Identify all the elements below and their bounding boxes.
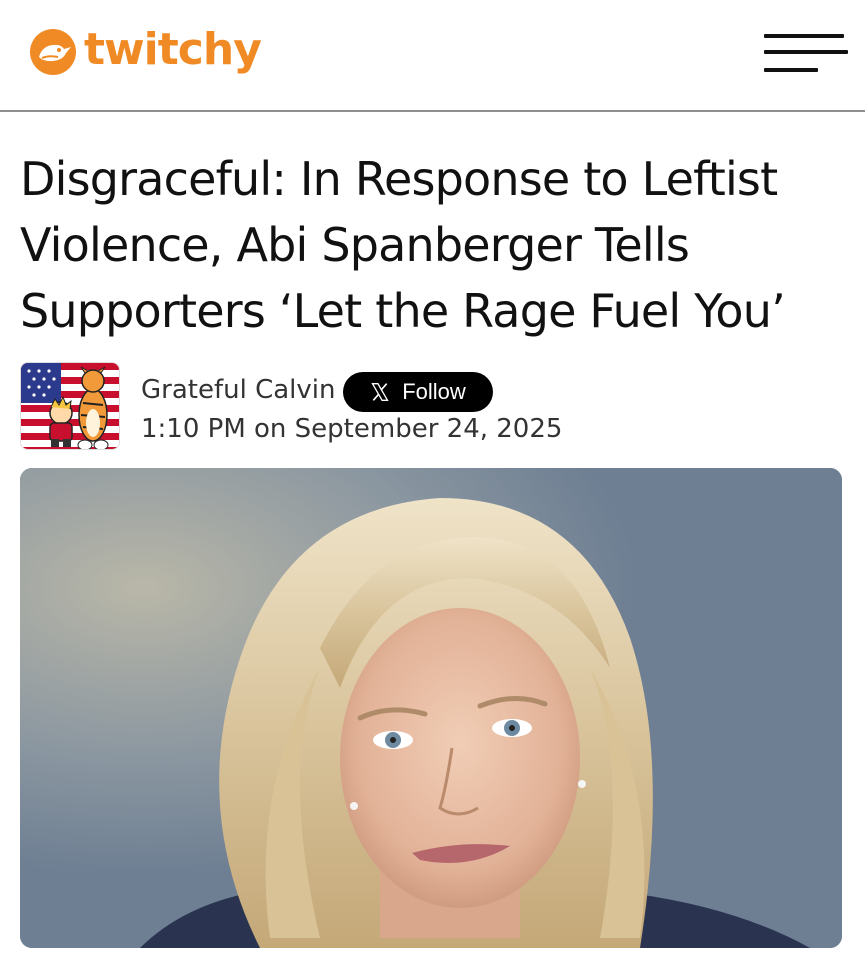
site-logo[interactable]: twitchy bbox=[28, 22, 262, 82]
site-header: twitchy bbox=[0, 0, 865, 112]
logo-wordmark: twitchy bbox=[84, 24, 262, 75]
author-avatar[interactable] bbox=[20, 362, 120, 450]
portrait-photo bbox=[20, 468, 842, 948]
calvin-hobbes-flag-avatar bbox=[21, 363, 119, 449]
hamburger-menu-icon[interactable] bbox=[764, 30, 848, 76]
post-timestamp: 1:10 PM on September 24, 2025 bbox=[141, 414, 563, 444]
x-logo-icon bbox=[371, 383, 389, 401]
author-name[interactable]: Grateful Calvin bbox=[141, 374, 335, 406]
article-byline: Grateful Calvin Follow 1:10 PM on Septem… bbox=[20, 362, 840, 452]
bird-icon bbox=[30, 29, 76, 75]
article-title: Disgraceful: In Response to Leftist Viol… bbox=[20, 152, 786, 338]
hero-image[interactable] bbox=[20, 468, 842, 948]
follow-button-label: Follow bbox=[402, 379, 466, 404]
follow-button[interactable]: Follow bbox=[343, 372, 493, 412]
